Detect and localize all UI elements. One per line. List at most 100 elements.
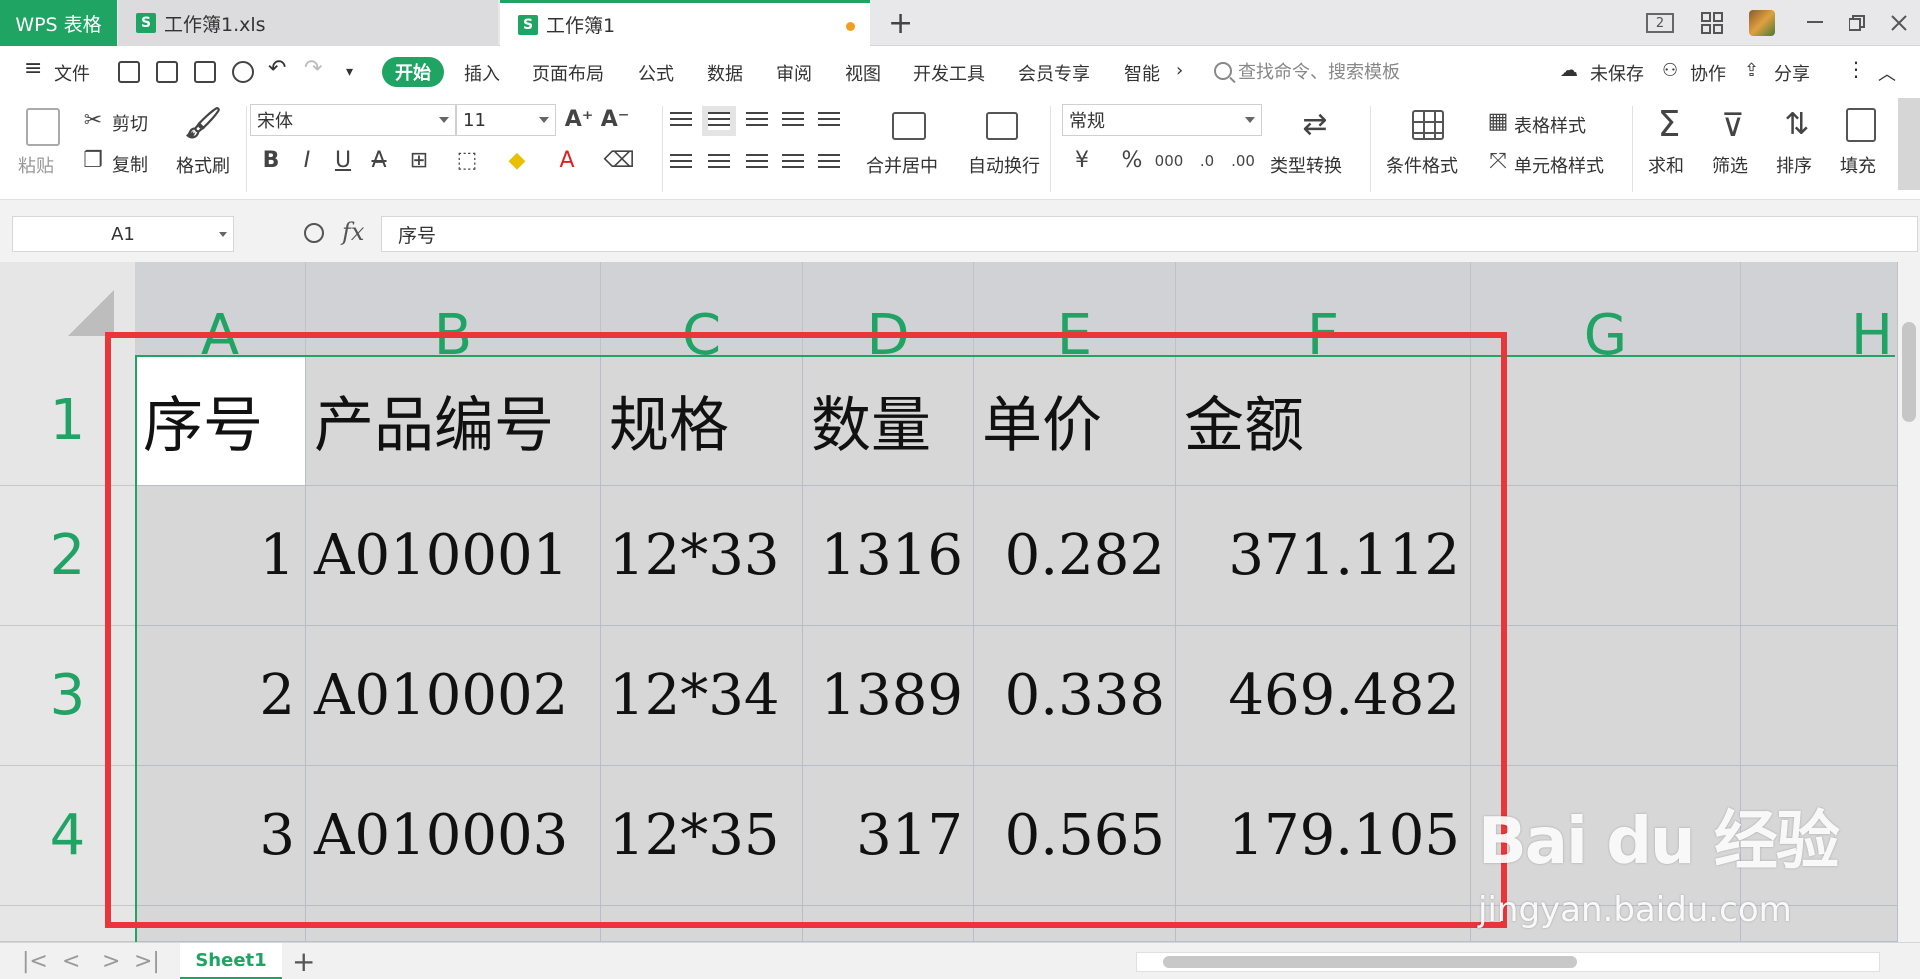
increase-indent-icon[interactable] xyxy=(818,112,840,130)
redo-icon[interactable]: ↷ xyxy=(304,56,322,81)
thousand-sep-icon[interactable]: 000 xyxy=(1154,148,1184,174)
sum-button[interactable]: 求和 xyxy=(1648,152,1684,178)
tab-formula[interactable]: 公式 xyxy=(638,60,674,86)
ribbon-scroll-button[interactable] xyxy=(1898,98,1920,190)
cell-h2[interactable] xyxy=(1741,486,1898,626)
menu-file[interactable]: 文件 xyxy=(54,60,90,86)
doc-tab-xls[interactable]: S 工作簿1.xls xyxy=(118,0,570,46)
sort-button[interactable]: 排序 xyxy=(1776,152,1812,178)
unsaved-status[interactable]: 未保存 xyxy=(1590,60,1644,86)
underline-icon[interactable]: U xyxy=(330,146,356,176)
paste-icon[interactable] xyxy=(26,108,60,146)
decrease-indent-icon[interactable] xyxy=(782,112,804,130)
format-painter-button[interactable]: 格式刷 xyxy=(176,152,230,178)
merge-center-button[interactable]: 合并居中 xyxy=(866,152,938,178)
font-name-select[interactable]: 宋体 xyxy=(250,104,456,136)
vertical-scroll-thumb[interactable] xyxy=(1902,322,1916,422)
cell-style-button[interactable]: 单元格样式 xyxy=(1514,152,1604,178)
tab-review[interactable]: 审阅 xyxy=(776,60,812,86)
grid-view-icon[interactable] xyxy=(1696,8,1728,38)
table-style-button[interactable]: 表格样式 xyxy=(1514,112,1586,138)
fill-color-icon[interactable]: ◆ xyxy=(502,146,532,176)
number-format-select[interactable]: 常规 xyxy=(1062,104,1262,136)
undo-icon[interactable]: ↶ xyxy=(268,56,286,81)
column-header-g[interactable]: G xyxy=(1471,262,1741,356)
increase-decimal-icon[interactable]: .0 xyxy=(1192,148,1222,174)
vertical-scrollbar[interactable] xyxy=(1898,262,1920,942)
page-count-icon[interactable]: 2 xyxy=(1640,8,1680,38)
next-sheet-icon[interactable]: > xyxy=(102,949,120,974)
quick-access-dropdown-icon[interactable]: ▾ xyxy=(346,64,353,80)
share-button[interactable]: 分享 xyxy=(1774,60,1810,86)
align-right-icon[interactable] xyxy=(746,154,768,172)
wrap-text-button[interactable]: 自动换行 xyxy=(968,152,1040,178)
cell-g2[interactable] xyxy=(1471,486,1741,626)
sheet-tab-sheet1[interactable]: Sheet1 xyxy=(180,943,282,979)
tab-view[interactable]: 视图 xyxy=(845,60,881,86)
restore-button[interactable] xyxy=(1842,8,1872,38)
currency-icon[interactable]: ¥ xyxy=(1070,148,1094,174)
save-icon[interactable] xyxy=(118,61,140,83)
first-sheet-icon[interactable]: |< xyxy=(22,949,48,974)
filter-button[interactable]: 筛选 xyxy=(1712,152,1748,178)
copy-button[interactable]: 复制 xyxy=(112,151,148,177)
decrease-decimal-icon[interactable]: .00 xyxy=(1228,148,1258,174)
bold-icon[interactable]: B xyxy=(258,146,284,176)
tab-home[interactable]: 开始 xyxy=(382,57,444,87)
cell-g1[interactable] xyxy=(1471,356,1741,486)
collapse-ribbon-icon[interactable]: ︿ xyxy=(1878,60,1896,86)
tab-data[interactable]: 数据 xyxy=(707,60,743,86)
name-box[interactable]: A1 xyxy=(12,216,234,252)
wps-app-tab[interactable]: WPS 表格 xyxy=(0,0,117,46)
strikethrough-icon[interactable]: A xyxy=(366,146,392,176)
align-left-icon[interactable] xyxy=(670,154,692,172)
align-center-icon[interactable] xyxy=(708,154,730,172)
prev-sheet-icon[interactable]: < xyxy=(62,949,80,974)
cell-h1[interactable] xyxy=(1741,356,1898,486)
conditional-format-button[interactable]: 条件格式 xyxy=(1386,152,1458,178)
italic-icon[interactable]: I xyxy=(294,146,320,176)
doc-tab-active[interactable]: S 工作簿1 xyxy=(500,0,870,46)
percent-icon[interactable]: % xyxy=(1120,148,1144,174)
justify-icon[interactable] xyxy=(782,154,804,172)
fx-icon[interactable]: fx xyxy=(342,218,364,246)
align-middle-icon[interactable] xyxy=(702,106,736,136)
cell-g3[interactable] xyxy=(1471,626,1741,766)
decrease-font-icon[interactable]: A⁻ xyxy=(601,106,630,134)
font-color-icon[interactable]: A xyxy=(552,146,582,176)
collab-button[interactable]: 协作 xyxy=(1690,60,1726,86)
new-tab-button[interactable]: + xyxy=(888,6,913,41)
close-button[interactable] xyxy=(1884,8,1914,38)
tab-page-layout[interactable]: 页面布局 xyxy=(532,60,604,86)
hamburger-icon[interactable]: ≡ xyxy=(24,56,42,81)
tab-smart[interactable]: 智能 xyxy=(1124,60,1160,86)
cell-h3[interactable] xyxy=(1741,626,1898,766)
print-preview-icon[interactable] xyxy=(232,61,254,83)
tab-member[interactable]: 会员专享 xyxy=(1018,60,1090,86)
horizontal-scrollbar[interactable] xyxy=(1136,952,1880,972)
tab-more-icon[interactable]: › xyxy=(1176,60,1183,81)
border-icon[interactable]: ⊞ xyxy=(404,146,434,176)
last-sheet-icon[interactable]: >| xyxy=(134,949,160,974)
horizontal-scroll-thumb[interactable] xyxy=(1163,956,1577,968)
print-icon[interactable] xyxy=(194,61,216,83)
user-avatar[interactable] xyxy=(1746,8,1778,38)
formula-input[interactable]: 序号 xyxy=(381,216,1918,252)
clear-format-icon[interactable]: ⌫ xyxy=(603,146,634,176)
add-sheet-button[interactable]: + xyxy=(292,945,315,978)
cell-format-icon[interactable]: ⬚ xyxy=(452,146,482,176)
column-header-h[interactable]: H xyxy=(1741,262,1898,356)
export-icon[interactable] xyxy=(156,61,178,83)
command-search[interactable]: 查找命令、搜索模板 xyxy=(1214,58,1400,84)
zoom-icon[interactable] xyxy=(304,223,324,243)
align-top-icon[interactable] xyxy=(670,112,692,130)
cut-button[interactable]: 剪切 xyxy=(112,110,148,136)
align-bottom-icon[interactable] xyxy=(746,112,768,130)
font-size-select[interactable]: 11 xyxy=(456,104,556,136)
fill-button[interactable]: 填充 xyxy=(1840,152,1876,178)
tab-developer[interactable]: 开发工具 xyxy=(913,60,985,86)
increase-font-icon[interactable]: A⁺ xyxy=(565,106,594,134)
distribute-icon[interactable] xyxy=(818,154,840,172)
convert-button[interactable]: 类型转换 xyxy=(1270,152,1342,178)
tab-insert[interactable]: 插入 xyxy=(464,60,500,86)
